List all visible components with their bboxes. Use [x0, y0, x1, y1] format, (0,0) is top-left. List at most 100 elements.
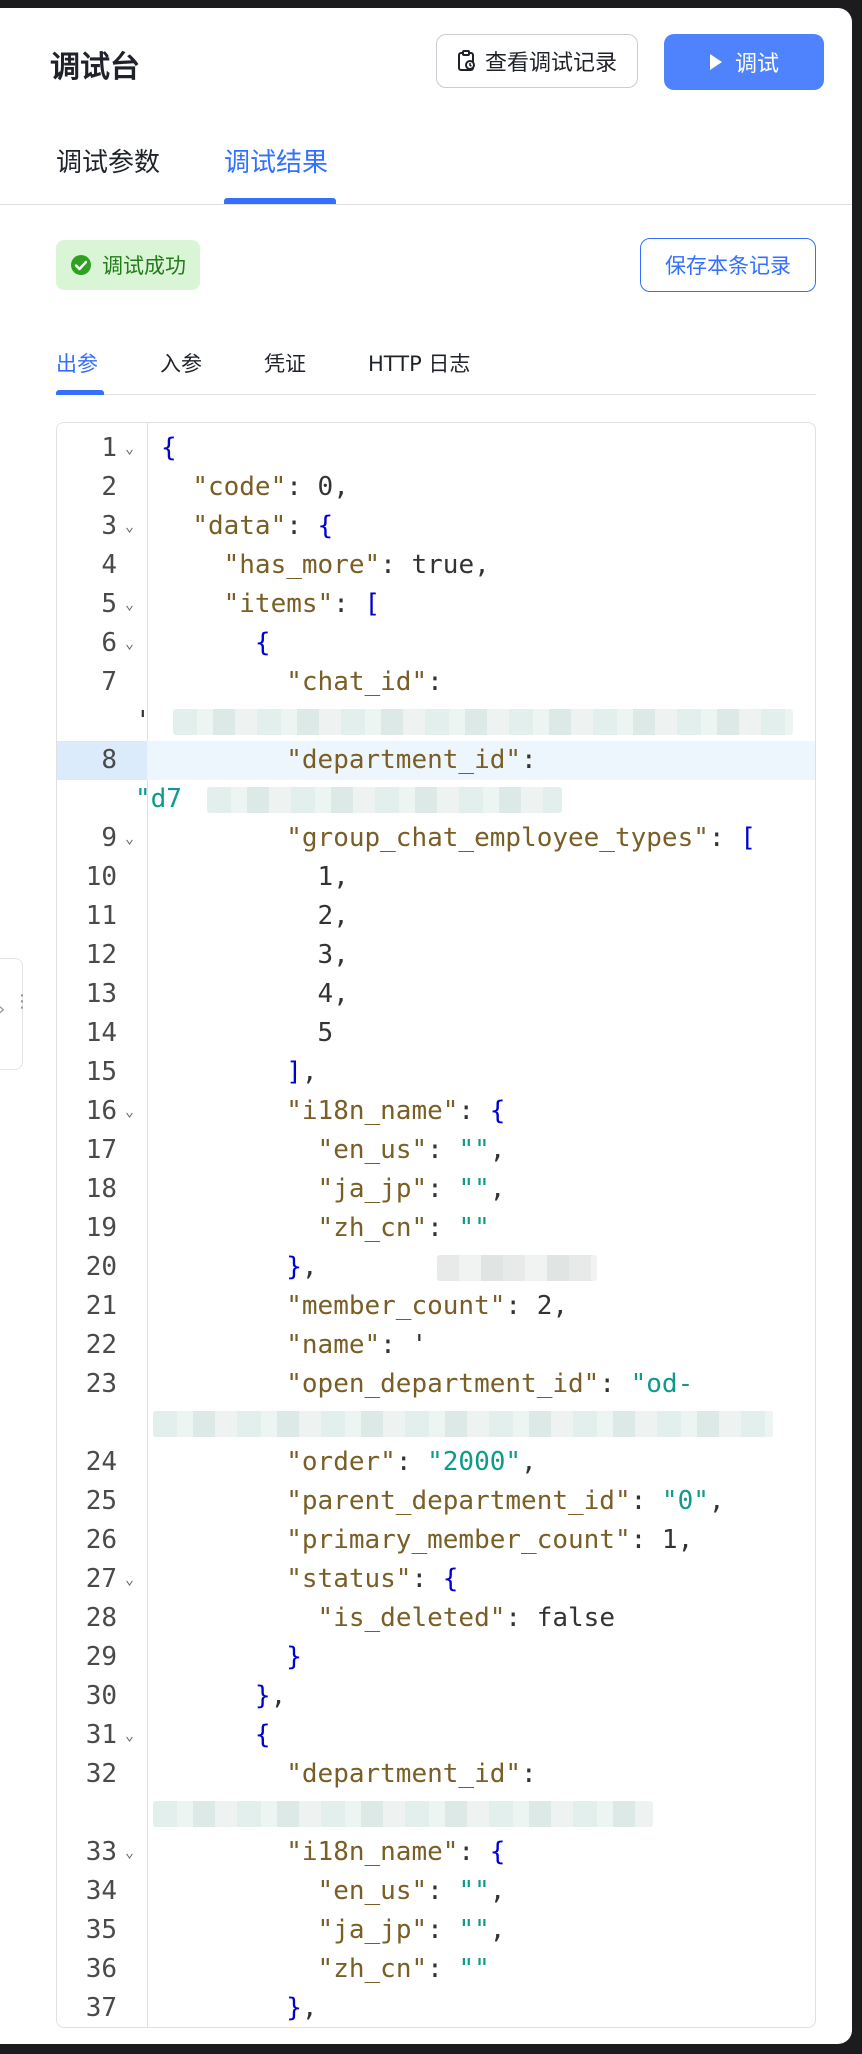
active-tab-indicator — [224, 198, 336, 204]
line-number-cell: 22 — [57, 1326, 147, 1365]
code-line — [57, 1404, 815, 1443]
code-line: 9 ⌄ "group_chat_employee_types": [ — [57, 819, 815, 858]
code-line: 25 "parent_department_id": "0", — [57, 1482, 815, 1521]
page-title: 调试台 — [50, 50, 140, 85]
line-number-cell: 19 — [57, 1209, 147, 1248]
line-number: 8 — [101, 745, 117, 775]
code-line: 36 "zh_cn": "" — [57, 1950, 815, 1989]
line-number-cell: 11 — [57, 897, 147, 936]
code-text: }, — [286, 1993, 318, 2023]
line-number: 18 — [85, 1174, 117, 1204]
save-record-button[interactable]: 保存本条记录 — [640, 238, 816, 292]
line-number: 4 — [101, 550, 117, 580]
history-icon — [457, 50, 475, 71]
line-number-cell: 5 ⌄ — [57, 585, 147, 624]
code-text: "name": ' — [286, 1330, 428, 1360]
fold-chevron-icon[interactable]: ⌄ — [125, 1092, 134, 1131]
fold-chevron-icon[interactable]: ⌄ — [125, 429, 134, 468]
collapse-handle[interactable]: › ⋮ — [0, 958, 31, 1070]
line-number-cell: 6 ⌄ — [57, 624, 147, 663]
fold-chevron-icon[interactable]: ⌄ — [125, 507, 134, 546]
code-text: "en_us": "", — [317, 1135, 506, 1165]
code-line: 14 5 — [57, 1014, 815, 1053]
fold-chevron-icon[interactable]: ⌄ — [125, 1833, 134, 1872]
tab-debug-params[interactable]: 调试参数 — [56, 142, 160, 179]
line-number-cell — [57, 780, 147, 819]
line-number: 11 — [85, 901, 117, 931]
line-number-cell — [57, 1404, 147, 1443]
fold-chevron-icon[interactable]: ⌄ — [125, 1560, 134, 1599]
line-number: 37 — [85, 1993, 117, 2023]
line-number: 12 — [85, 940, 117, 970]
code-line: 24 "order": "2000", — [57, 1443, 815, 1482]
code-line: 31 ⌄ { — [57, 1716, 815, 1755]
code-line: 7 "chat_id": — [57, 663, 815, 702]
code-text: "data": { — [192, 511, 334, 541]
code-text: "status": { — [286, 1564, 459, 1594]
tab-credentials[interactable]: 凭证 — [264, 348, 306, 378]
line-number: 27 — [85, 1564, 117, 1594]
fold-chevron-icon[interactable]: ⌄ — [125, 585, 134, 624]
code-line: 17 "en_us": "", — [57, 1131, 815, 1170]
line-number-cell: 10 — [57, 858, 147, 897]
code-line: 10 1, — [57, 858, 815, 897]
code-text: "ja_jp": "", — [317, 1915, 506, 1945]
line-number-cell: 2 — [57, 468, 147, 507]
fold-chevron-icon[interactable]: ⌄ — [125, 624, 134, 663]
code-text: "primary_member_count": 1, — [286, 1525, 694, 1555]
line-number-cell: 36 — [57, 1950, 147, 1989]
code-text: "items": [ — [223, 589, 381, 619]
code-text: "zh_cn": "" — [317, 1213, 490, 1243]
line-number: 26 — [85, 1525, 117, 1555]
code-line: 32 "department_id": — [57, 1755, 815, 1794]
status-text: 调试成功 — [102, 254, 186, 278]
debug-console-panel: › ⋮ 调试台 查看调试记录 调试 调试参数 调试结果 调试成功 保存本条记录 … — [0, 8, 852, 2044]
code-text: "en_us": "", — [317, 1876, 506, 1906]
line-number-cell: 30 — [57, 1677, 147, 1716]
line-number: 34 — [85, 1876, 117, 1906]
code-text: "member_count": 2, — [286, 1291, 569, 1321]
line-number-cell: 14 — [57, 1014, 147, 1053]
line-number: 31 — [85, 1720, 117, 1750]
chevron-right-icon: › — [0, 1001, 5, 1019]
line-number: 19 — [85, 1213, 117, 1243]
redacted-value — [207, 787, 562, 813]
line-number-cell: 25 — [57, 1482, 147, 1521]
line-number-cell: 1 ⌄ — [57, 429, 147, 468]
code-text: "department_id": — [286, 1759, 537, 1789]
line-number: 23 — [85, 1369, 117, 1399]
code-line: 8 "department_id": — [57, 741, 815, 780]
run-debug-button[interactable]: 调试 — [664, 34, 824, 90]
code-line: 20 }, — [57, 1248, 815, 1287]
view-history-button[interactable]: 查看调试记录 — [436, 34, 638, 88]
code-line: 23 "open_department_id": "od- — [57, 1365, 815, 1404]
code-text: }, — [286, 1252, 318, 1282]
code-text: "parent_department_id": "0", — [286, 1486, 725, 1516]
line-number: 2 — [101, 472, 117, 502]
code-line: 30 }, — [57, 1677, 815, 1716]
tab-input-params[interactable]: 入参 — [160, 348, 202, 378]
code-line: 19 "zh_cn": "" — [57, 1209, 815, 1248]
json-code-viewer[interactable]: 1 ⌄{2 "code": 0, 3 ⌄ "data": {4 "has_more":… — [56, 422, 816, 2028]
active-subtab-indicator — [56, 390, 104, 395]
line-number-cell: 26 — [57, 1521, 147, 1560]
line-number-cell: 32 — [57, 1755, 147, 1794]
code-line: 11 2, — [57, 897, 815, 936]
tab-output-params[interactable]: 出参 — [56, 348, 98, 378]
fold-chevron-icon[interactable]: ⌄ — [125, 1716, 134, 1755]
line-number-cell: 4 — [57, 546, 147, 585]
tab-debug-results[interactable]: 调试结果 — [224, 142, 328, 179]
code-line: 6 ⌄ { — [57, 624, 815, 663]
line-number-cell: 18 — [57, 1170, 147, 1209]
line-number: 20 — [85, 1252, 117, 1282]
line-number-cell: 3 ⌄ — [57, 507, 147, 546]
tab-http-log[interactable]: HTTP 日志 — [368, 348, 470, 378]
code-line: 16 ⌄ "i18n_name": { — [57, 1092, 815, 1131]
line-number-cell: 8 — [57, 741, 147, 780]
line-number: 25 — [85, 1486, 117, 1516]
code-text: "is_deleted": false — [317, 1603, 615, 1633]
fold-chevron-icon[interactable]: ⌄ — [125, 819, 134, 858]
code-text: "zh_cn": "" — [317, 1954, 490, 1984]
line-number: 24 — [85, 1447, 117, 1477]
code-text: ' — [135, 706, 151, 736]
